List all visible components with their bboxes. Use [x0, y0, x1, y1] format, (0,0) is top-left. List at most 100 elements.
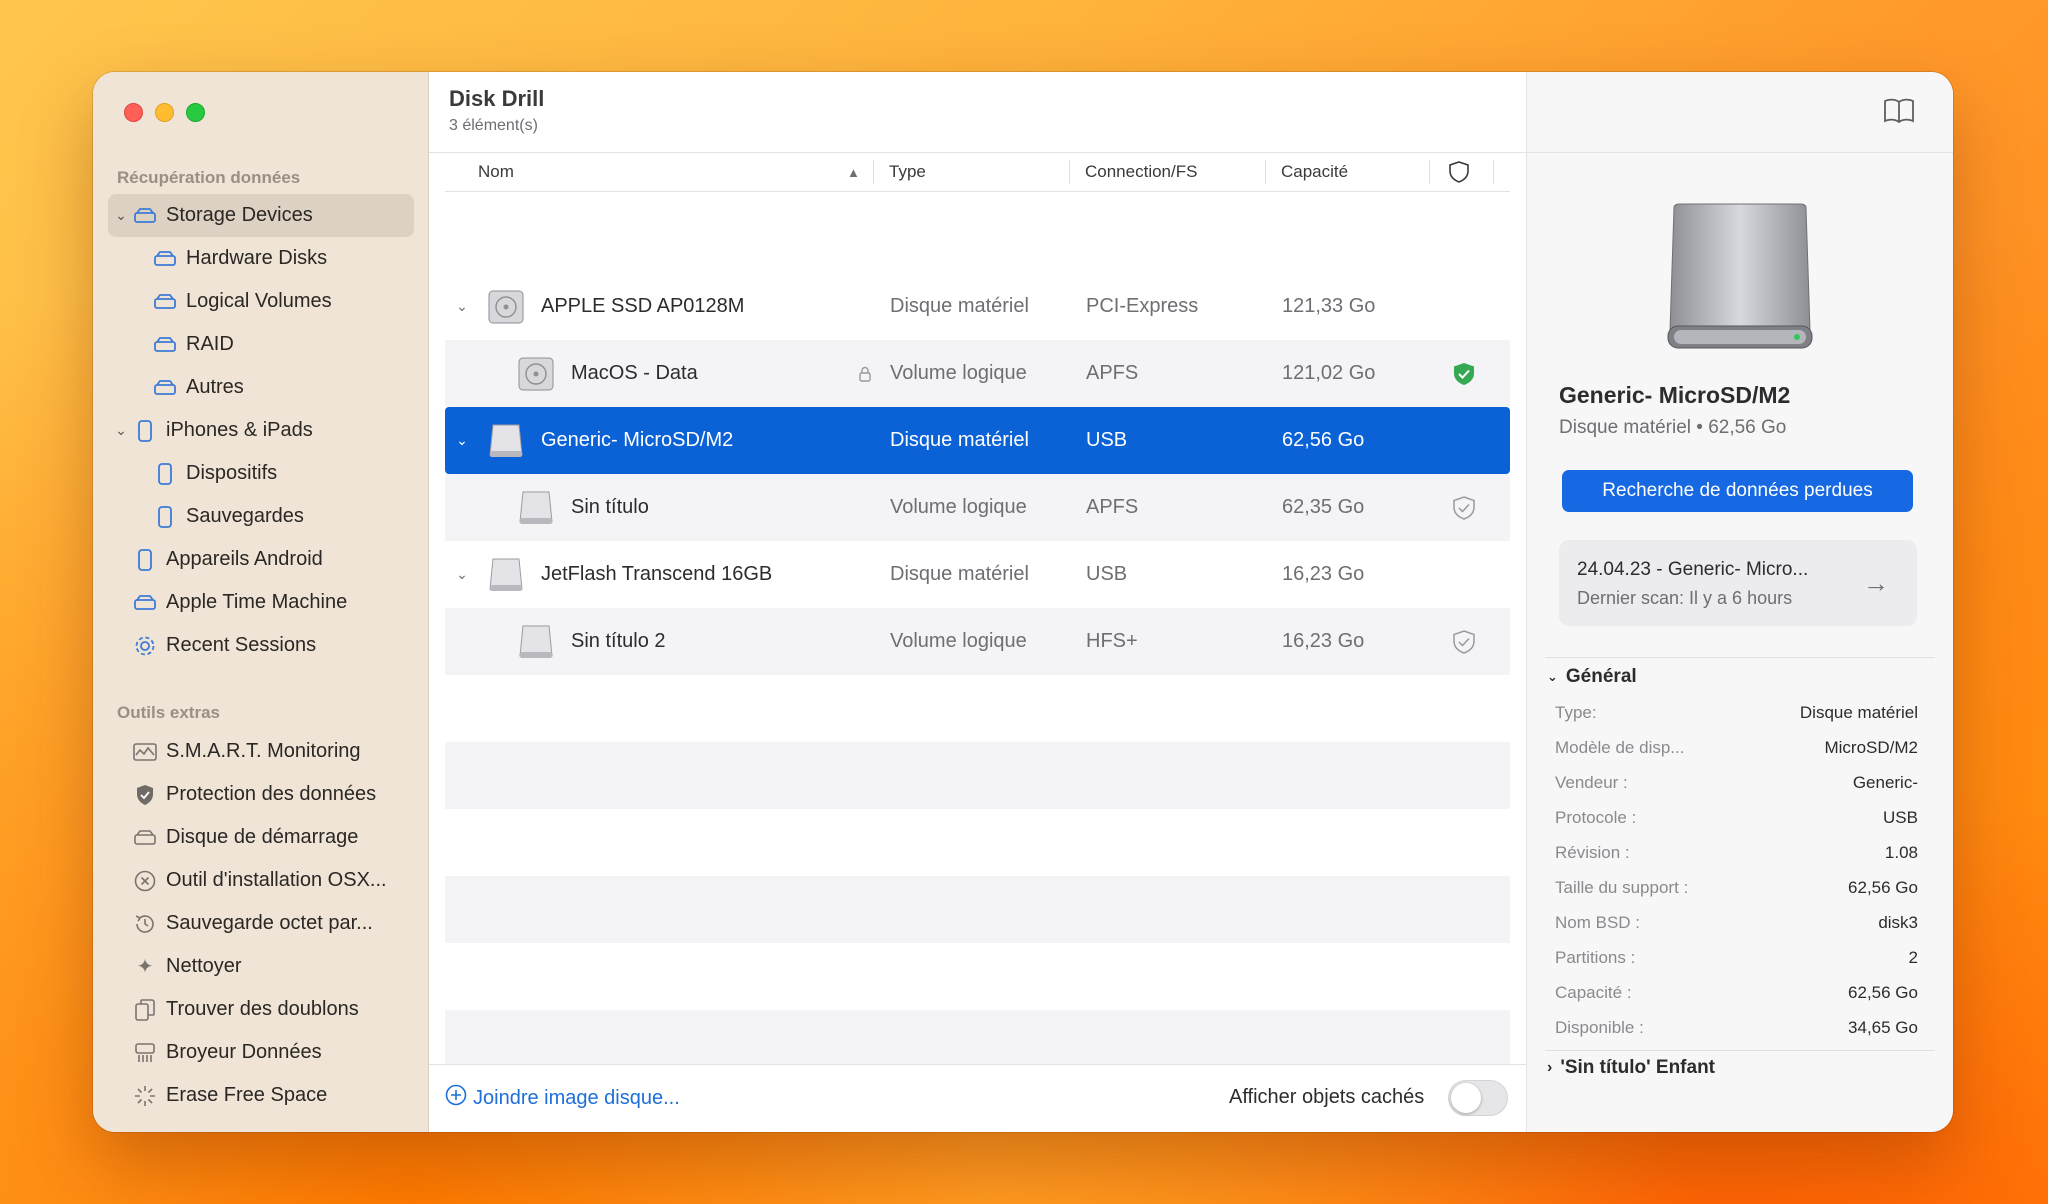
sidebar-section-recovery: Récupération données: [117, 168, 301, 187]
sidebar-item-sauvegardes[interactable]: Sauvegardes: [108, 495, 414, 538]
minimize-window-button[interactable]: [155, 103, 174, 122]
empty-row: [445, 1010, 1510, 1064]
volume-fs: HFS+: [1086, 630, 1138, 652]
empty-row: [445, 742, 1510, 809]
sort-ascending-icon[interactable]: ▲: [847, 152, 860, 192]
last-session-card[interactable]: 24.04.23 - Generic- Micro... Dernier sca…: [1559, 540, 1917, 626]
general-section-header[interactable]: ⌄ Général: [1547, 666, 1637, 688]
drive-icon: [152, 289, 178, 315]
tool-label: Sauvegarde octet par...: [166, 912, 373, 934]
tool-erase-free-space[interactable]: Erase Free Space: [108, 1074, 414, 1117]
device-name: JetFlash Transcend 16GB: [541, 563, 773, 585]
tool-smart-monitoring[interactable]: S.M.A.R.T. Monitoring: [108, 730, 414, 773]
sidebar-item-label: RAID: [186, 333, 234, 355]
chevron-down-icon[interactable]: ⌄: [110, 422, 132, 439]
property-row: Type: Disque matériel: [1555, 703, 1918, 723]
sidebar-item-label: Dispositifs: [186, 462, 278, 484]
tool-osx-installer[interactable]: Outil d'installation OSX...: [108, 859, 414, 902]
shield-outline-icon[interactable]: [1449, 152, 1469, 192]
property-key: Nom BSD :: [1555, 913, 1641, 932]
device-subtitle: Disque matériel • 62,56 Go: [1559, 417, 1787, 438]
volume-type: Volume logique: [890, 496, 1027, 518]
tool-find-duplicates[interactable]: Trouver des doublons: [108, 988, 414, 1031]
sidebar-item-appareils-android[interactable]: Appareils Android: [108, 538, 414, 581]
column-type[interactable]: Type: [889, 152, 926, 192]
child-section-header[interactable]: › 'Sin título' Enfant: [1547, 1057, 1715, 1079]
shredder-icon: [132, 1040, 158, 1066]
chevron-down-icon[interactable]: ⌄: [451, 541, 473, 608]
sidebar-item-raid[interactable]: RAID: [108, 323, 414, 366]
item-count: 3 élément(s): [449, 117, 538, 134]
tool-boot-disk[interactable]: Disque de démarrage: [108, 816, 414, 859]
sidebar-item-iphones-ipads[interactable]: ⌄ iPhones & iPads: [108, 409, 414, 452]
book-icon[interactable]: [1883, 98, 1915, 129]
property-value: 1.08: [1884, 843, 1918, 862]
divider: [429, 1064, 1526, 1065]
column-capacity[interactable]: Capacité: [1281, 152, 1348, 192]
tool-data-protection[interactable]: Protection des données: [108, 773, 414, 816]
device-name: APPLE SSD AP0128M: [541, 295, 745, 317]
sidebar-item-autres[interactable]: Autres: [108, 366, 414, 409]
session-title: 24.04.23 - Generic- Micro...: [1577, 559, 1809, 580]
volume-fs: APFS: [1086, 496, 1139, 518]
show-hidden-toggle[interactable]: [1448, 1080, 1508, 1116]
property-value: USB: [1883, 808, 1918, 827]
search-lost-data-button[interactable]: Recherche de données perdues: [1562, 470, 1913, 512]
property-row: Partitions : 2: [1555, 948, 1918, 968]
property-key: Type:: [1555, 703, 1597, 722]
chevron-down-icon[interactable]: ⌄: [451, 407, 473, 474]
sidebar-item-recent-sessions[interactable]: Recent Sessions: [108, 624, 414, 667]
volume-name: Sin título 2: [571, 630, 666, 652]
tool-label: Disque de démarrage: [166, 826, 359, 848]
burst-icon: [132, 1083, 158, 1109]
table-row-selected[interactable]: ⌄ Generic- MicroSD/M2 Disque matériel US…: [445, 407, 1510, 474]
device-title: Generic- MicroSD/M2: [1559, 382, 1791, 408]
property-value: 62,56 Go: [1848, 983, 1918, 1002]
drive-icon: [152, 375, 178, 401]
shield-outline-icon: [1453, 608, 1475, 675]
tool-cleaner[interactable]: ✦ Nettoyer: [108, 945, 414, 988]
ssd-icon: [487, 273, 525, 340]
property-key: Révision :: [1555, 843, 1630, 862]
plus-circle-icon: [445, 1084, 467, 1112]
tool-data-shredder[interactable]: Broyeur Données: [108, 1031, 414, 1074]
column-name[interactable]: Nom: [478, 152, 514, 192]
table-row[interactable]: ⌄ APPLE SSD AP0128M Disque matériel PCI-…: [445, 273, 1510, 340]
table-row[interactable]: ⌄ JetFlash Transcend 16GB Disque matérie…: [445, 541, 1510, 608]
device-capacity: 121,33 Go: [1282, 295, 1376, 317]
volume-type: Volume logique: [890, 630, 1027, 652]
phone-icon: [132, 418, 158, 444]
device-capacity: 62,56 Go: [1282, 429, 1365, 451]
tool-label: Nettoyer: [166, 955, 242, 977]
volume-capacity: 16,23 Go: [1282, 630, 1365, 652]
chevron-down-icon[interactable]: ⌄: [110, 207, 132, 224]
chevron-down-icon[interactable]: ⌄: [451, 273, 473, 340]
property-key: Capacité :: [1555, 983, 1632, 1002]
device-connection: PCI-Express: [1086, 295, 1199, 317]
sidebar-item-time-machine[interactable]: Apple Time Machine: [108, 581, 414, 624]
property-key: Modèle de disp...: [1555, 738, 1685, 757]
volume-name: MacOS - Data: [571, 362, 698, 384]
sidebar-item-label: iPhones & iPads: [166, 419, 313, 441]
sidebar-item-label: Hardware Disks: [186, 247, 328, 269]
attach-disk-image-link[interactable]: Joindre image disque...: [445, 1084, 680, 1112]
chevron-down-icon: ⌄: [1547, 669, 1558, 684]
sidebar-item-storage-devices[interactable]: ⌄ Storage Devices: [108, 194, 414, 237]
zoom-window-button[interactable]: [186, 103, 205, 122]
phone-icon: [132, 547, 158, 573]
tool-byte-backup[interactable]: Sauvegarde octet par...: [108, 902, 414, 945]
arrow-right-icon[interactable]: →: [1863, 568, 1889, 599]
table-row[interactable]: Sin título 2 Volume logique HFS+ 16,23 G…: [445, 608, 1510, 675]
sidebar-item-hardware-disks[interactable]: Hardware Disks: [108, 237, 414, 280]
window-controls: [124, 103, 205, 122]
disk-drill-window: Récupération données ⌄ Storage Devices H…: [93, 72, 1953, 1132]
column-connection[interactable]: Connection/FS: [1085, 152, 1197, 192]
empty-row: [445, 876, 1510, 943]
history-icon: [132, 911, 158, 937]
table-row[interactable]: Sin título Volume logique APFS 62,35 Go: [445, 474, 1510, 541]
sidebar-item-logical-volumes[interactable]: Logical Volumes: [108, 280, 414, 323]
sidebar-item-dispositifs[interactable]: Dispositifs: [108, 452, 414, 495]
volume-fs: APFS: [1086, 362, 1139, 384]
table-row[interactable]: MacOS - Data Volume logique APFS 121,02 …: [445, 340, 1510, 407]
close-window-button[interactable]: [124, 103, 143, 122]
